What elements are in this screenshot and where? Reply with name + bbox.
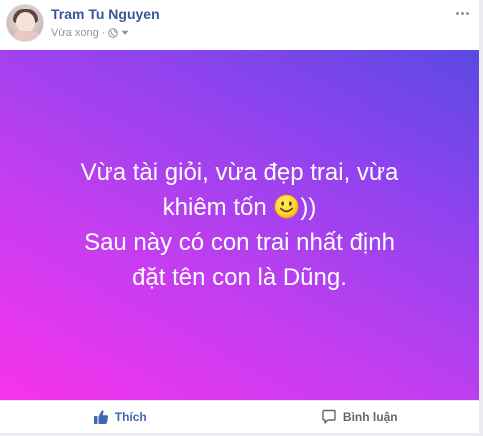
like-button[interactable]: Thích <box>0 401 240 433</box>
post-meta: Vừa xong · <box>51 27 129 39</box>
post-actions-bar: Thích Bình luận <box>0 401 479 433</box>
colored-background-post: Vừa tài giỏi, vừa đẹp trai, vừa khiêm tố… <box>0 50 479 400</box>
comment-label: Bình luận <box>342 410 398 424</box>
post-text-line-2: khiêm tốn )) <box>30 190 450 225</box>
globe-icon[interactable] <box>108 28 119 38</box>
facebook-post: Tram Tu Nguyen Vừa xong · Vừa tài giỏi, … <box>0 0 483 436</box>
avatar-face <box>16 12 35 33</box>
post-timestamp[interactable]: Vừa xong <box>51 27 99 39</box>
more-options-icon[interactable] <box>453 6 471 20</box>
thumbs-up-icon <box>93 410 108 424</box>
like-label: Thích <box>114 410 147 424</box>
comment-bubble-icon <box>322 409 336 424</box>
avatar-body <box>11 31 41 41</box>
post-text: Vừa tài giỏi, vừa đẹp trai, vừa khiêm tố… <box>30 155 450 295</box>
author-avatar[interactable] <box>6 4 44 42</box>
meta-separator: · <box>101 27 106 39</box>
post-text-line-3: Sau này có con trai nhất định <box>84 229 395 256</box>
smiley-emoji-icon <box>274 194 299 219</box>
privacy-dropdown-icon[interactable] <box>121 30 129 36</box>
post-text-line-1: Vừa tài giỏi, vừa đẹp trai, vừa <box>80 159 399 186</box>
post-text-line-2-start: khiêm tốn <box>162 194 267 221</box>
post-text-line-4: đặt tên con là Dũng. <box>132 264 347 291</box>
post-text-line-2-end: )) <box>300 194 317 221</box>
comment-button[interactable]: Bình luận <box>240 401 480 433</box>
post-header: Tram Tu Nguyen Vừa xong · <box>6 4 479 44</box>
author-name[interactable]: Tram Tu Nguyen <box>51 6 160 22</box>
